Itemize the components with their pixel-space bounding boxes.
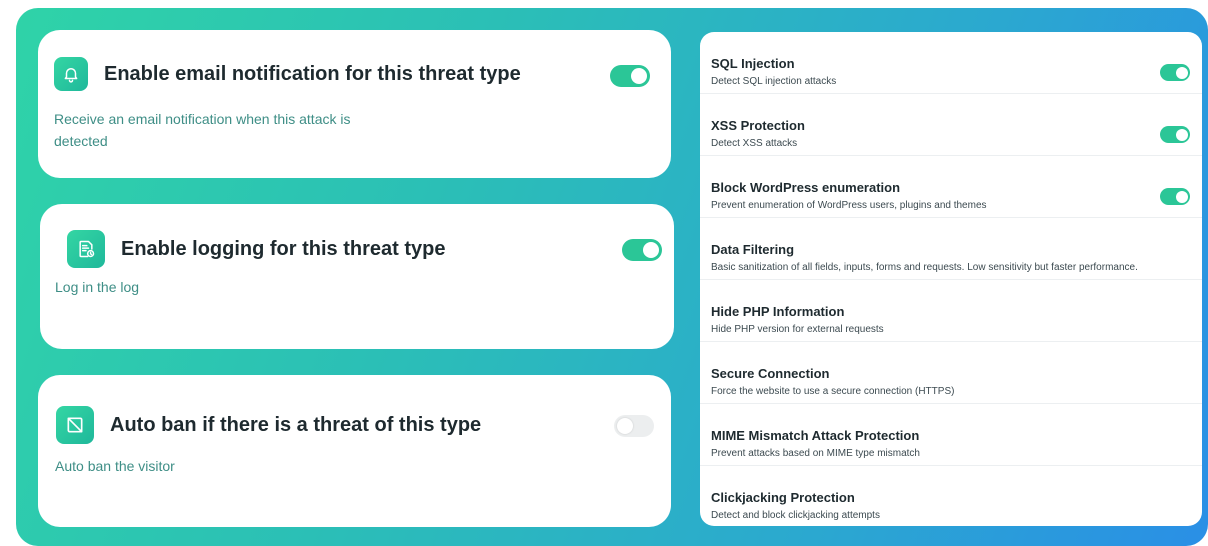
setting-description: Detect SQL injection attacks (711, 76, 837, 87)
setting-title: XSS Protection (711, 118, 805, 133)
setting-description: Hide PHP version for external requests (711, 324, 884, 335)
card-description: Auto ban the visitor (55, 458, 175, 474)
auto-ban-card: Auto ban if there is a threat of this ty… (38, 375, 671, 527)
log-file-icon (67, 230, 105, 268)
card-header: Enable email notification for this threa… (54, 57, 521, 91)
card-description: Receive an email notification when this … (54, 111, 351, 149)
setting-description: Prevent attacks based on MIME type misma… (711, 448, 920, 459)
setting-description: Basic sanitization of all fields, inputs… (711, 262, 1138, 273)
logging-toggle[interactable] (622, 239, 662, 261)
setting-row-secure-connection: Secure Connection Force the website to u… (700, 342, 1202, 404)
bell-icon (54, 57, 88, 91)
setting-row-xss-protection: XSS Protection Detect XSS attacks (700, 94, 1202, 156)
setting-description: Detect XSS attacks (711, 138, 798, 149)
logging-card: Enable logging for this threat type Log … (40, 204, 674, 349)
setting-row-sql-injection: SQL Injection Detect SQL injection attac… (700, 32, 1202, 94)
setting-title: Data Filtering (711, 242, 795, 257)
card-header: Enable logging for this threat type (67, 230, 445, 268)
setting-row-clickjacking-protection: Clickjacking Protection Detect and block… (700, 466, 1202, 526)
setting-row-data-filtering: Data Filtering Basic sanitization of all… (700, 218, 1202, 280)
setting-title: Block WordPress enumeration (711, 180, 901, 195)
setting-row-wordpress-enumeration: Block WordPress enumeration Prevent enum… (700, 156, 1202, 218)
card-description: Log in the log (55, 279, 140, 295)
background-frame: Enable email notification for this threa… (16, 8, 1208, 546)
email-notification-card: Enable email notification for this threa… (38, 30, 671, 178)
sql-injection-toggle[interactable] (1160, 64, 1190, 81)
xss-protection-toggle[interactable] (1160, 126, 1190, 143)
setting-title: SQL Injection (711, 56, 795, 71)
card-title: Enable logging for this threat type (121, 237, 446, 260)
setting-title: Secure Connection (711, 366, 830, 381)
protection-settings-panel: SQL Injection Detect SQL injection attac… (700, 32, 1202, 526)
setting-title: MIME Mismatch Attack Protection (711, 428, 920, 443)
setting-title: Clickjacking Protection (711, 490, 855, 505)
card-title: Enable email notification for this threa… (104, 62, 521, 85)
wordpress-enumeration-toggle[interactable] (1160, 188, 1190, 205)
setting-description: Detect and block clickjacking attempts (711, 510, 880, 521)
auto-ban-toggle[interactable] (614, 415, 654, 437)
ban-icon (56, 406, 94, 444)
card-header: Auto ban if there is a threat of this ty… (56, 406, 481, 444)
setting-description: Force the website to use a secure connec… (711, 386, 955, 397)
card-title: Auto ban if there is a threat of this ty… (110, 413, 482, 436)
setting-title: Hide PHP Information (711, 304, 845, 319)
setting-row-mime-mismatch-protection: MIME Mismatch Attack Protection Prevent … (700, 404, 1202, 466)
setting-description: Prevent enumeration of WordPress users, … (711, 200, 987, 211)
email-notification-toggle[interactable] (610, 65, 650, 87)
setting-row-hide-php-information: Hide PHP Information Hide PHP version fo… (700, 280, 1202, 342)
